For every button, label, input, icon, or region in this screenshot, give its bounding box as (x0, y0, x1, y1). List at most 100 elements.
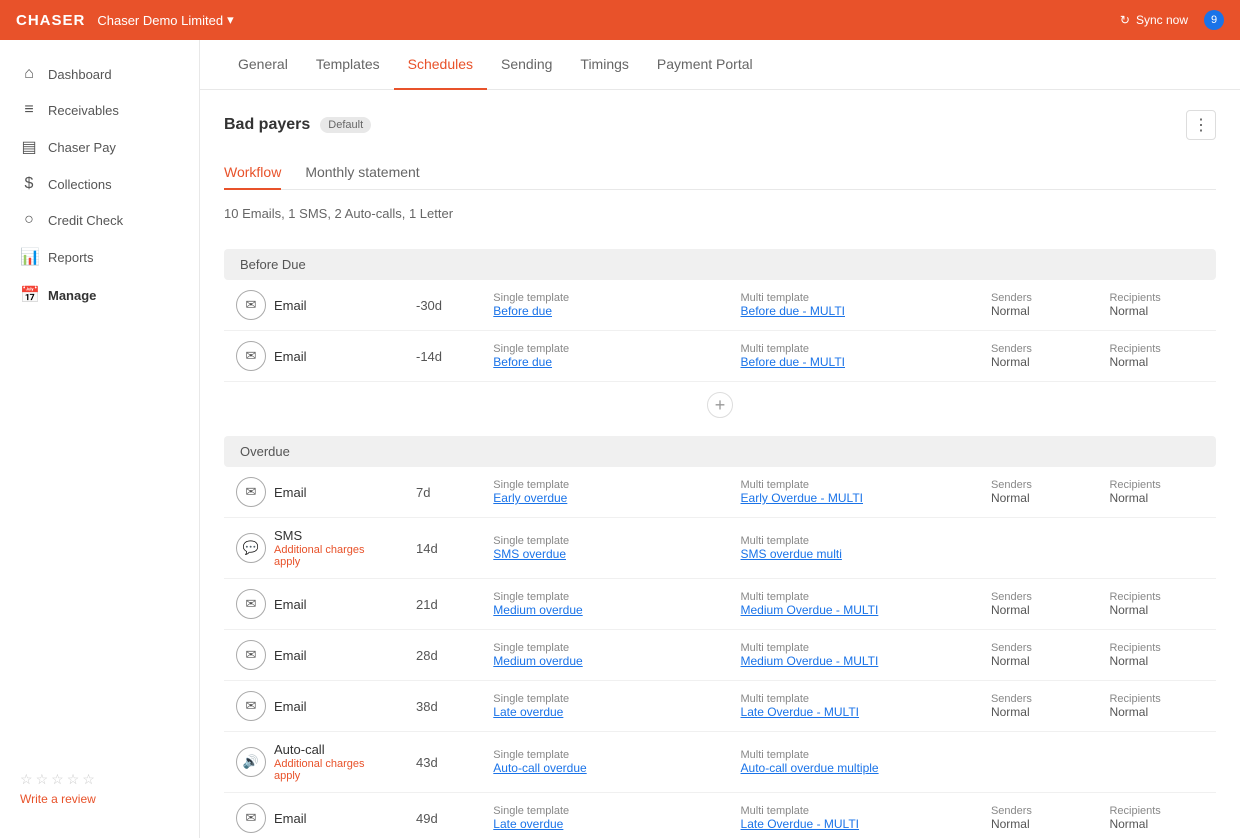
tab-templates[interactable]: Templates (302, 40, 394, 90)
sidebar-item-manage[interactable]: 📅 Manage (0, 276, 199, 314)
days-cell: 7d (404, 467, 481, 518)
star-5[interactable]: ☆ (82, 771, 95, 788)
single-template-cell: Single template Auto-call overdue (481, 732, 728, 793)
star-2[interactable]: ☆ (36, 771, 49, 788)
star-1[interactable]: ☆ (20, 771, 33, 788)
section-header-before-due: Before Due (224, 249, 1216, 280)
type-icon: ✉ (236, 803, 266, 833)
single-template-label: Single template (493, 749, 716, 761)
tab-navigation: General Templates Schedules Sending Timi… (200, 40, 1240, 90)
multi-template-link[interactable]: Medium Overdue - MULTI (741, 603, 967, 617)
star-4[interactable]: ☆ (67, 771, 80, 788)
senders-cell: SendersNormal (979, 579, 1098, 630)
type-note: Additional charges apply (274, 544, 392, 568)
multi-template-cell: Multi template Late Overdue - MULTI (729, 681, 979, 732)
type-cell: ✉ Email (236, 477, 392, 507)
single-template-link[interactable]: Auto-call overdue (493, 761, 716, 775)
sidebar-item-collections[interactable]: $ Collections (0, 166, 199, 202)
type-cell: ✉ Email (236, 290, 392, 320)
type-cell: ✉ Email (236, 691, 392, 721)
card-title: Bad payers (224, 116, 310, 134)
recipients-cell: RecipientsNormal (1097, 579, 1216, 630)
single-template-link[interactable]: Medium overdue (493, 603, 716, 617)
sidebar-item-receivables[interactable]: ≡ Receivables (0, 92, 199, 128)
sidebar-item-label: Chaser Pay (48, 140, 116, 155)
recipients-cell: RecipientsNormal (1097, 793, 1216, 838)
multi-template-link[interactable]: Before due - MULTI (741, 304, 967, 318)
multi-template-label: Multi template (741, 292, 967, 304)
credit-check-icon: ○ (20, 211, 38, 229)
home-icon: ⌂ (20, 65, 38, 83)
type-icon: ✉ (236, 341, 266, 371)
single-template-link[interactable]: Late overdue (493, 705, 716, 719)
add-row: + (224, 382, 1216, 429)
sidebar: ⌂ Dashboard ≡ Receivables ▤ Chaser Pay $… (0, 40, 200, 838)
sync-button[interactable]: ↻ Sync now (1120, 13, 1188, 27)
recipients-cell (1097, 518, 1216, 579)
card-badge: Default (320, 117, 371, 133)
sub-tab-monthly-statement[interactable]: Monthly statement (305, 156, 419, 190)
multi-template-link[interactable]: Auto-call overdue multiple (741, 761, 967, 775)
single-template-link[interactable]: Medium overdue (493, 654, 716, 668)
multi-template-link[interactable]: Early Overdue - MULTI (741, 491, 967, 505)
multi-template-link[interactable]: Medium Overdue - MULTI (741, 654, 967, 668)
multi-template-link[interactable]: Before due - MULTI (741, 355, 967, 369)
senders-cell: SendersNormal (979, 280, 1098, 331)
sidebar-bottom: ☆ ☆ ☆ ☆ ☆ Write a review (0, 755, 199, 822)
sub-tab-workflow[interactable]: Workflow (224, 156, 281, 190)
navbar-company[interactable]: Chaser Demo Limited ▾ (97, 12, 233, 28)
single-template-label: Single template (493, 343, 716, 355)
tab-payment-portal[interactable]: Payment Portal (643, 40, 767, 90)
single-template-link[interactable]: Early overdue (493, 491, 716, 505)
type-icon: ✉ (236, 477, 266, 507)
more-options-button[interactable]: ⋮ (1186, 110, 1216, 140)
sidebar-item-dashboard[interactable]: ⌂ Dashboard (0, 56, 199, 92)
table-row: ✉ Email 7d Single template Early overdue… (224, 467, 1216, 518)
sidebar-item-credit-check[interactable]: ○ Credit Check (0, 202, 199, 238)
single-template-label: Single template (493, 292, 716, 304)
single-template-link[interactable]: SMS overdue (493, 547, 716, 561)
sidebar-item-label: Dashboard (48, 67, 112, 82)
star-3[interactable]: ☆ (51, 771, 64, 788)
add-entry-button[interactable]: + (707, 392, 733, 418)
tab-general[interactable]: General (224, 40, 302, 90)
tab-schedules[interactable]: Schedules (394, 40, 487, 90)
tab-timings[interactable]: Timings (566, 40, 643, 90)
navbar-right: ↻ Sync now 9 (1120, 10, 1224, 30)
multi-template-label: Multi template (741, 535, 967, 547)
single-template-link[interactable]: Before due (493, 355, 716, 369)
multi-template-label: Multi template (741, 343, 967, 355)
single-template-cell: Single template Early overdue (481, 467, 728, 518)
type-icon: 💬 (236, 533, 266, 563)
tab-sending[interactable]: Sending (487, 40, 566, 90)
notification-badge[interactable]: 9 (1204, 10, 1224, 30)
multi-template-cell: Multi template Medium Overdue - MULTI (729, 630, 979, 681)
type-name: Email (274, 349, 307, 364)
sub-tab-navigation: Workflow Monthly statement (224, 156, 1216, 190)
days-cell: 38d (404, 681, 481, 732)
senders-cell: SendersNormal (979, 331, 1098, 382)
multi-template-label: Multi template (741, 805, 967, 817)
manage-icon: 📅 (20, 285, 38, 305)
type-note: Additional charges apply (274, 758, 392, 782)
type-name: Email (274, 699, 307, 714)
days-cell: 28d (404, 630, 481, 681)
senders-cell: SendersNormal (979, 793, 1098, 838)
multi-template-link[interactable]: Late Overdue - MULTI (741, 817, 967, 831)
recipients-cell: RecipientsNormal (1097, 681, 1216, 732)
sidebar-item-label: Collections (48, 177, 112, 192)
receivables-icon: ≡ (20, 101, 38, 119)
single-template-link[interactable]: Late overdue (493, 817, 716, 831)
workflow-summary: 10 Emails, 1 SMS, 2 Auto-calls, 1 Letter (224, 206, 1216, 221)
multi-template-link[interactable]: Late Overdue - MULTI (741, 705, 967, 719)
multi-template-label: Multi template (741, 479, 967, 491)
single-template-label: Single template (493, 535, 716, 547)
days-cell: 14d (404, 518, 481, 579)
write-review-link[interactable]: Write a review (20, 792, 179, 806)
sidebar-item-reports[interactable]: 📊 Reports (0, 238, 199, 276)
single-template-label: Single template (493, 479, 716, 491)
multi-template-link[interactable]: SMS overdue multi (741, 547, 967, 561)
type-cell: ✉ Email (236, 640, 392, 670)
single-template-link[interactable]: Before due (493, 304, 716, 318)
sidebar-item-chaser-pay[interactable]: ▤ Chaser Pay (0, 128, 199, 166)
